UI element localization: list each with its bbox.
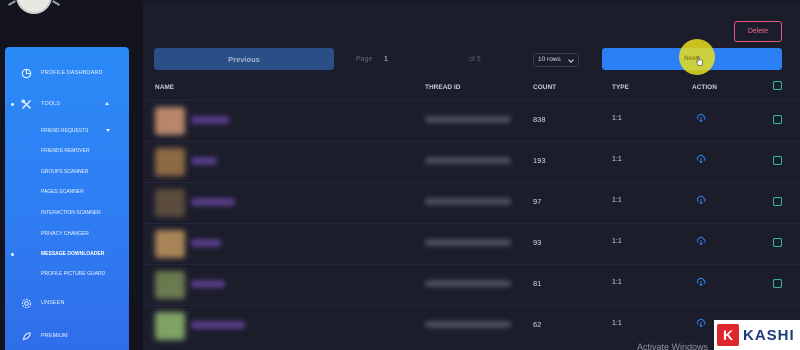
rows-per-page-select[interactable]: 10 rows [533, 53, 579, 67]
thread-id-blurred [425, 239, 511, 246]
thread-type: 1:1 [612, 320, 622, 327]
name-blurred [191, 280, 225, 288]
sidebar-item-profile-dashboard[interactable]: PROFILE DASHBOARD [5, 67, 129, 79]
table-row[interactable]: 838 1:1 [143, 100, 800, 141]
thread-type: 1:1 [612, 156, 622, 163]
main-panel: Delete Previous Page 1 of 5 10 rows Next… [143, 4, 800, 350]
download-icon[interactable] [696, 236, 706, 246]
sidebar-item-tools[interactable]: TOOLS [5, 98, 129, 110]
row-checkbox[interactable] [773, 279, 782, 288]
avatar [155, 230, 185, 258]
chevron-down-icon [568, 57, 574, 63]
table-row[interactable]: 62 1:1 [143, 305, 800, 346]
kashi-logo-letter: K [717, 324, 739, 346]
message-count: 93 [533, 238, 542, 247]
rocket-icon [20, 330, 32, 342]
activate-windows-watermark: Activate Windows [637, 342, 709, 350]
table-row[interactable]: 193 1:1 [143, 141, 800, 182]
column-header-action: ACTION [692, 84, 717, 91]
message-count: 81 [533, 279, 542, 288]
column-header-type[interactable]: TYPE [612, 84, 629, 91]
row-checkbox[interactable] [773, 156, 782, 165]
sidebar-item-label: PREMIUM [41, 333, 68, 339]
row-checkbox[interactable] [773, 197, 782, 206]
sidebar-sub-pages-scanner[interactable]: PAGES SCANNER [41, 189, 84, 195]
chevron-up-icon[interactable] [105, 102, 109, 105]
page-label: Page [356, 56, 373, 63]
app-logo[interactable] [16, 0, 52, 14]
download-icon[interactable] [696, 318, 706, 328]
row-checkbox[interactable] [773, 238, 782, 247]
select-all-checkbox[interactable] [773, 81, 782, 90]
message-count: 193 [533, 156, 546, 165]
sidebar-item-label: UNSEEN [41, 300, 65, 306]
chevron-down-icon[interactable] [106, 129, 110, 132]
thread-id-blurred [425, 198, 511, 205]
kashi-logo: K KASHI [714, 320, 800, 350]
table-row[interactable]: 97 1:1 [143, 182, 800, 223]
thread-type: 1:1 [612, 115, 622, 122]
sidebar-item-unseen[interactable]: UNSEEN [5, 297, 129, 309]
dashboard-pie-icon [20, 67, 32, 79]
sidebar-sub-profile-picture-guard[interactable]: PROFILE PICTURE GUARD [41, 271, 105, 277]
sidebar: PROFILE DASHBOARD TOOLS FRIEND REQUESTS … [5, 47, 129, 350]
name-blurred [191, 157, 217, 165]
table-row[interactable]: 81 1:1 [143, 264, 800, 305]
sidebar-item-label: TOOLS [41, 101, 61, 107]
avatar [155, 107, 185, 135]
thread-type: 1:1 [612, 238, 622, 245]
message-count: 62 [533, 320, 542, 329]
active-dot [11, 253, 14, 256]
avatar [155, 189, 185, 217]
thread-type: 1:1 [612, 279, 622, 286]
hand-cursor-icon [696, 56, 703, 66]
kashi-logo-text: KASHI [743, 326, 795, 344]
sidebar-item-label: PROFILE DASHBOARD [41, 70, 103, 76]
avatar [155, 312, 185, 340]
table-row[interactable]: 93 1:1 [143, 223, 800, 264]
column-header-name[interactable]: NAME [155, 84, 174, 91]
delete-button[interactable]: Delete [734, 21, 782, 42]
download-icon[interactable] [696, 154, 706, 164]
page-total-label: of 5 [469, 56, 481, 63]
gear-icon [20, 297, 32, 309]
sidebar-sub-friend-requests[interactable]: FRIEND REQUESTS [41, 128, 89, 134]
download-icon[interactable] [696, 113, 706, 123]
name-blurred [191, 198, 235, 206]
thread-id-blurred [425, 116, 511, 123]
logo-ray [52, 0, 60, 6]
thread-id-blurred [425, 157, 511, 164]
thread-id-blurred [425, 321, 511, 328]
message-count: 838 [533, 115, 546, 124]
sidebar-sub-privacy-changer[interactable]: PRIVACY CHANGER [41, 231, 89, 237]
message-count: 97 [533, 197, 542, 206]
column-header-count[interactable]: COUNT [533, 84, 556, 91]
sidebar-sub-groups-scanner[interactable]: GROUPS SCANNER [41, 169, 89, 175]
thread-type: 1:1 [612, 197, 622, 204]
previous-button[interactable]: Previous [154, 48, 334, 70]
download-icon[interactable] [696, 277, 706, 287]
avatar [155, 148, 185, 176]
sidebar-sub-message-downloader[interactable]: MESSAGE DOWNLOADER [41, 251, 104, 257]
name-blurred [191, 239, 221, 247]
download-icon[interactable] [696, 195, 706, 205]
column-header-thread-id[interactable]: THREAD ID [425, 84, 460, 91]
logo-ray [8, 0, 16, 6]
sidebar-sub-interaction-scanner[interactable]: INTERACTION SCANNER [41, 210, 101, 216]
name-blurred [191, 321, 245, 329]
page-number-input[interactable]: 1 [380, 53, 440, 67]
sidebar-item-premium[interactable]: PREMIUM [5, 330, 129, 342]
name-blurred [191, 116, 229, 124]
avatar [155, 271, 185, 299]
thread-id-blurred [425, 280, 511, 287]
rows-per-page-value: 10 rows [538, 56, 561, 63]
row-checkbox[interactable] [773, 115, 782, 124]
sidebar-sub-friends-remover[interactable]: FRIENDS REMOVER [41, 148, 90, 154]
tools-icon [20, 98, 32, 110]
